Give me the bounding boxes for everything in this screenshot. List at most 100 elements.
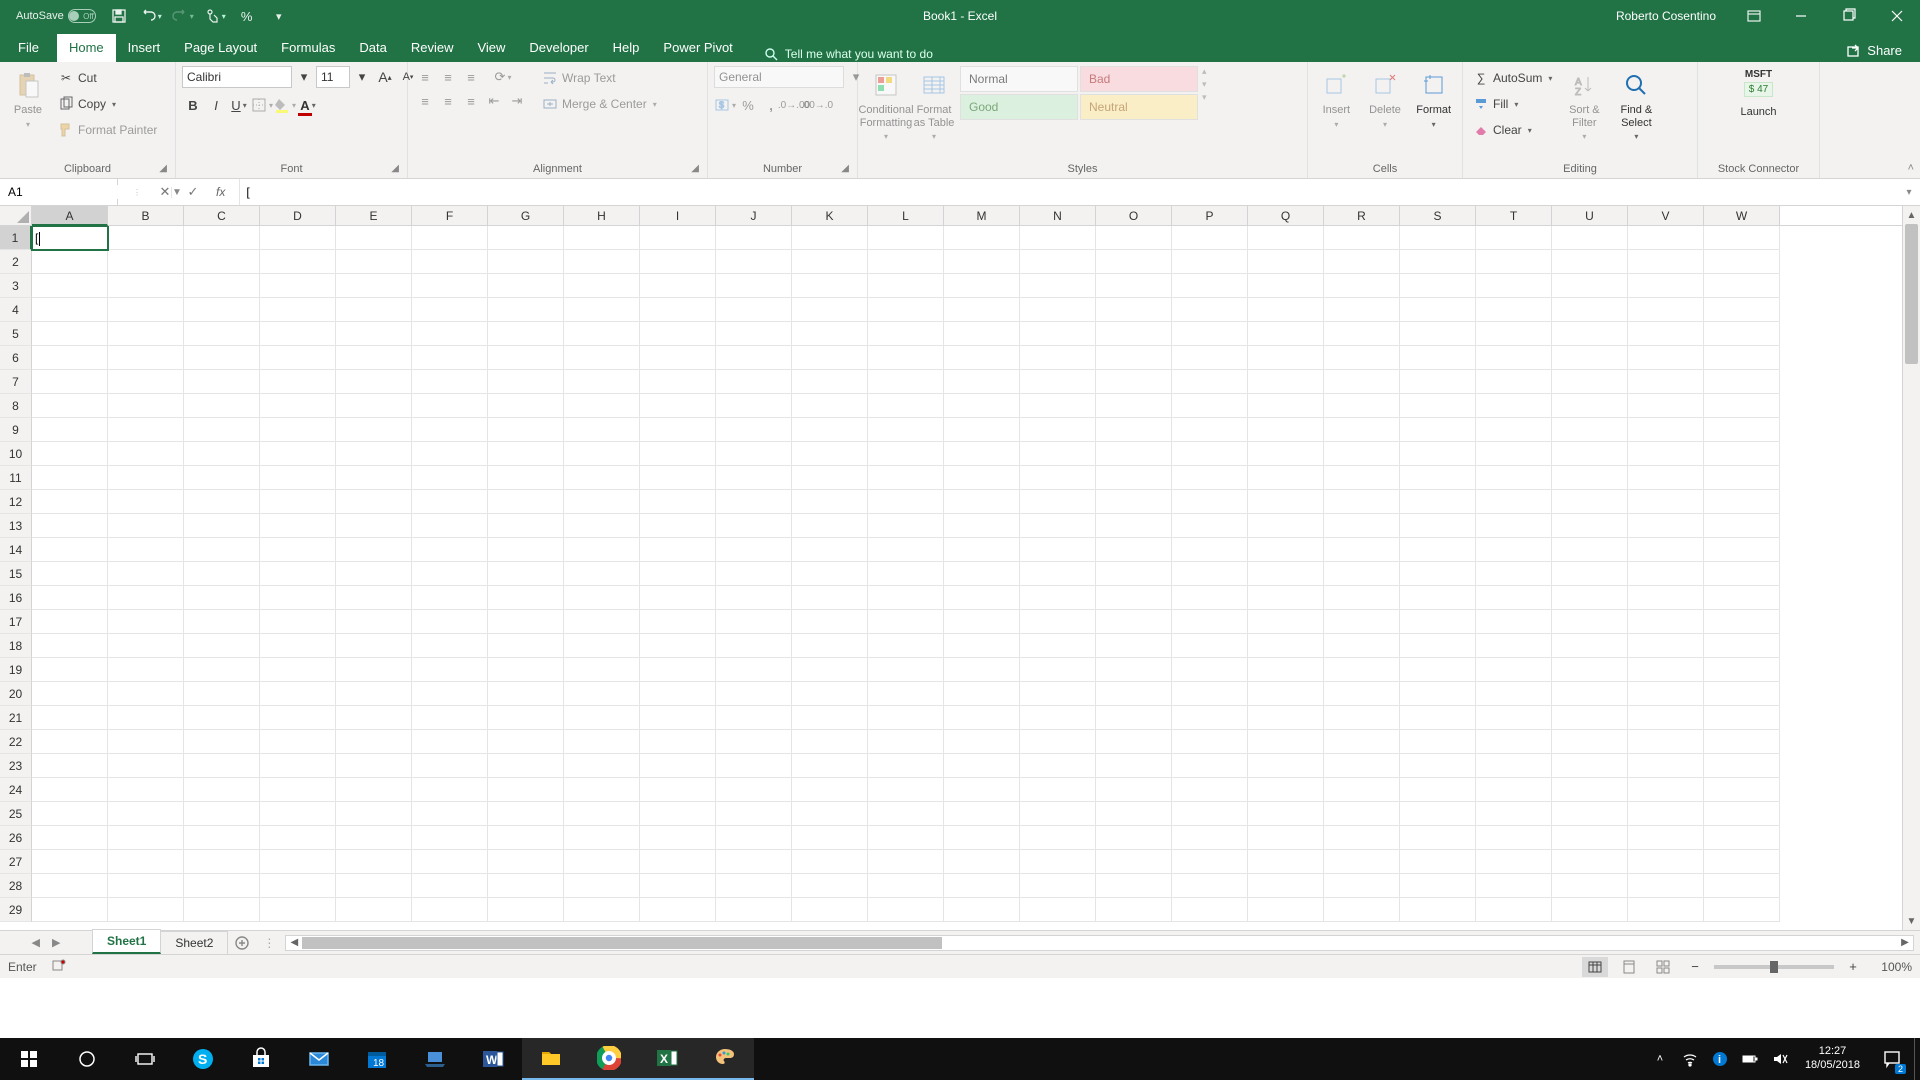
cell[interactable]: [1324, 730, 1400, 754]
cell[interactable]: [412, 826, 488, 850]
cell[interactable]: [1324, 850, 1400, 874]
cell[interactable]: [488, 634, 564, 658]
cell[interactable]: [488, 370, 564, 394]
cell[interactable]: [488, 610, 564, 634]
cell[interactable]: [260, 754, 336, 778]
cell[interactable]: [1324, 226, 1400, 250]
hscroll-thumb[interactable]: [302, 937, 942, 949]
cell[interactable]: [412, 322, 488, 346]
cell[interactable]: [1628, 346, 1704, 370]
cell[interactable]: [1172, 634, 1248, 658]
cell[interactable]: [1552, 466, 1628, 490]
cell[interactable]: [1552, 370, 1628, 394]
cell[interactable]: [1324, 490, 1400, 514]
cell[interactable]: [1704, 562, 1780, 586]
cell[interactable]: [336, 250, 412, 274]
column-header[interactable]: D: [260, 206, 336, 225]
name-box[interactable]: ▼: [0, 179, 118, 205]
cell[interactable]: [1628, 466, 1704, 490]
cell[interactable]: [1476, 418, 1552, 442]
cell[interactable]: [1552, 706, 1628, 730]
cell[interactable]: [640, 850, 716, 874]
cell[interactable]: [1172, 370, 1248, 394]
cell[interactable]: [640, 778, 716, 802]
cell[interactable]: [1476, 658, 1552, 682]
cell[interactable]: [1400, 730, 1476, 754]
redo-icon[interactable]: ▾: [170, 3, 196, 29]
cell[interactable]: [336, 730, 412, 754]
tab-formulas[interactable]: Formulas: [269, 34, 347, 62]
cell[interactable]: [640, 394, 716, 418]
sort-filter-button[interactable]: AZSort & Filter▾: [1560, 66, 1608, 146]
cell[interactable]: [108, 370, 184, 394]
cell[interactable]: [1704, 826, 1780, 850]
cell[interactable]: [716, 394, 792, 418]
cell[interactable]: [1248, 634, 1324, 658]
cell[interactable]: [1020, 826, 1096, 850]
cell[interactable]: [868, 898, 944, 922]
comma-format-icon[interactable]: ,: [760, 94, 782, 116]
cell[interactable]: [1704, 466, 1780, 490]
cell[interactable]: [412, 274, 488, 298]
cell[interactable]: [1552, 634, 1628, 658]
column-header[interactable]: G: [488, 206, 564, 225]
cell[interactable]: [1096, 634, 1172, 658]
cell[interactable]: [868, 298, 944, 322]
cell[interactable]: [868, 322, 944, 346]
cell[interactable]: [32, 250, 108, 274]
cell[interactable]: [1704, 370, 1780, 394]
cell[interactable]: [1096, 610, 1172, 634]
cell[interactable]: [564, 802, 640, 826]
cell[interactable]: [868, 562, 944, 586]
cell[interactable]: [412, 514, 488, 538]
row-header[interactable]: 3: [0, 274, 32, 298]
maximize-button[interactable]: [1826, 0, 1872, 32]
cell[interactable]: [184, 706, 260, 730]
cell[interactable]: [260, 634, 336, 658]
cell[interactable]: [1020, 730, 1096, 754]
cell[interactable]: [488, 778, 564, 802]
cell[interactable]: [336, 634, 412, 658]
cell[interactable]: [1552, 778, 1628, 802]
cell[interactable]: [716, 874, 792, 898]
cell[interactable]: [1704, 802, 1780, 826]
format-painter-button[interactable]: Format Painter: [54, 118, 161, 142]
number-format-combo[interactable]: [714, 66, 844, 88]
cell[interactable]: [1172, 754, 1248, 778]
cell[interactable]: [944, 850, 1020, 874]
cut-button[interactable]: ✂Cut: [54, 66, 161, 90]
cell[interactable]: [412, 874, 488, 898]
cell[interactable]: [1628, 442, 1704, 466]
cell[interactable]: [716, 826, 792, 850]
cell[interactable]: [868, 778, 944, 802]
cell[interactable]: [868, 682, 944, 706]
taskbar-paint-icon[interactable]: [696, 1038, 754, 1080]
tab-review[interactable]: Review: [399, 34, 466, 62]
stock-badge[interactable]: MSFT$ 47 Launch: [1732, 66, 1786, 146]
cell[interactable]: [944, 250, 1020, 274]
cell[interactable]: [1400, 898, 1476, 922]
delete-cells-button[interactable]: Delete▾: [1363, 66, 1408, 146]
ribbon-display-options-icon[interactable]: [1732, 3, 1776, 29]
cell[interactable]: [1248, 226, 1324, 250]
find-select-button[interactable]: Find & Select▾: [1612, 66, 1660, 146]
cell[interactable]: [1248, 682, 1324, 706]
cell[interactable]: [1400, 442, 1476, 466]
select-all-corner[interactable]: [0, 206, 32, 225]
start-button[interactable]: [0, 1038, 58, 1080]
tab-insert[interactable]: Insert: [116, 34, 173, 62]
cell[interactable]: [1096, 898, 1172, 922]
cell[interactable]: [1020, 226, 1096, 250]
cell[interactable]: [184, 514, 260, 538]
cell[interactable]: [640, 226, 716, 250]
cell[interactable]: [1096, 298, 1172, 322]
cell[interactable]: [1172, 298, 1248, 322]
cell[interactable]: [336, 898, 412, 922]
cell[interactable]: [1172, 658, 1248, 682]
cell[interactable]: [: [32, 226, 108, 250]
cell[interactable]: [868, 754, 944, 778]
cell[interactable]: [1020, 802, 1096, 826]
cell[interactable]: [716, 802, 792, 826]
cell[interactable]: [108, 226, 184, 250]
italic-button[interactable]: I: [205, 94, 227, 116]
